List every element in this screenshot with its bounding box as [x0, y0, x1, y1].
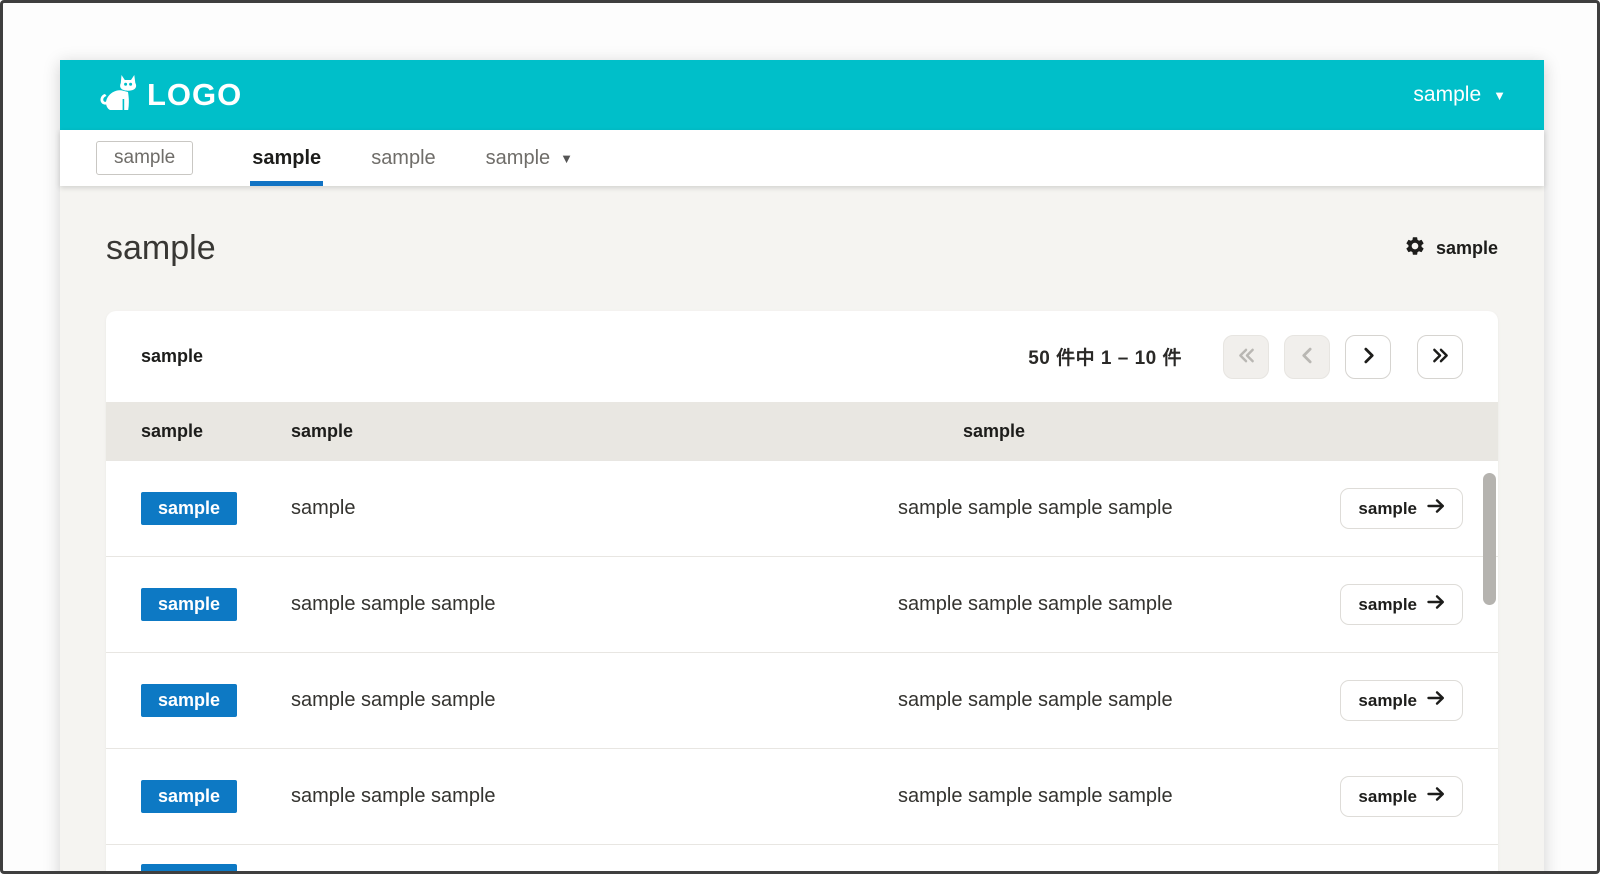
settings-link[interactable]: sample	[1404, 235, 1498, 262]
row-detail-button[interactable]: sample	[1340, 680, 1463, 721]
page-title: sample	[106, 229, 216, 267]
app-header: LOGO sample ▼	[60, 60, 1544, 130]
tab-2-label: sample	[371, 146, 436, 169]
row-name: sample	[291, 497, 356, 519]
list-panel: sample 50 件中 1 – 10 件 sample sample samp…	[106, 311, 1498, 871]
arrow-right-icon	[1427, 690, 1445, 711]
row-detail-button[interactable]: sample	[1340, 488, 1463, 529]
tab-1-label: sample	[252, 146, 322, 169]
panel-header: sample 50 件中 1 – 10 件	[106, 311, 1498, 402]
table-row: sample sample sample sample sample sampl…	[106, 556, 1498, 652]
status-badge: sample	[141, 780, 238, 813]
first-page-button[interactable]	[1223, 334, 1269, 379]
scrollbar-thumb[interactable]	[1483, 473, 1496, 605]
page-head: sample sample	[106, 186, 1498, 311]
status-badge: sample	[141, 492, 238, 525]
caret-down-icon: ▼	[1493, 87, 1506, 103]
table-row: sample	[106, 844, 1498, 871]
last-page-button[interactable]	[1417, 334, 1463, 379]
table-row: sample sample sample sample sample sampl…	[106, 748, 1498, 844]
cat-icon	[98, 74, 138, 117]
arrow-right-icon	[1427, 594, 1445, 615]
double-chevron-left-icon	[1238, 347, 1255, 367]
table-row: sample sample sample sample sample sampl…	[106, 652, 1498, 748]
row-detail: sample sample sample sample	[898, 785, 1173, 807]
logo[interactable]: LOGO	[98, 74, 242, 117]
back-chip-button[interactable]: sample	[96, 141, 194, 175]
arrow-right-icon	[1427, 786, 1445, 807]
row-button-label: sample	[1358, 786, 1417, 806]
tab-bar: sample sample sample sample ▼	[60, 130, 1544, 186]
row-name: sample sample sample	[291, 689, 496, 711]
row-detail: sample sample sample sample	[898, 497, 1173, 519]
arrow-right-icon	[1427, 498, 1445, 519]
row-name: sample sample sample	[291, 785, 496, 807]
row-detail: sample sample sample sample	[898, 593, 1173, 615]
tab-2[interactable]: sample	[369, 130, 437, 186]
row-detail: sample sample sample sample	[898, 689, 1173, 711]
logo-text: LOGO	[147, 77, 243, 112]
browser-window: LOGO sample ▼ sample sample sample sampl…	[0, 0, 1600, 874]
tab-3-dropdown[interactable]: sample ▼	[484, 130, 575, 186]
row-detail-button[interactable]: sample	[1340, 584, 1463, 625]
table-row: sample sample sample sample sample sampl…	[106, 460, 1498, 556]
table-header-badge-col: sample	[141, 420, 204, 441]
caret-down-icon: ▼	[560, 150, 574, 166]
row-button-label: sample	[1358, 594, 1417, 614]
table-header-row: sample sample sample	[106, 402, 1498, 460]
page-content: sample sample sample 50 件中 1 – 10 件 samp…	[60, 186, 1544, 871]
settings-label: sample	[1435, 238, 1498, 258]
row-button-label: sample	[1358, 690, 1417, 710]
app-container: LOGO sample ▼ sample sample sample sampl…	[60, 60, 1544, 871]
double-chevron-right-icon	[1432, 347, 1449, 367]
pagination-summary: 50 件中 1 – 10 件	[1028, 348, 1182, 369]
chevron-left-icon	[1299, 347, 1316, 367]
panel-title: sample	[141, 346, 204, 366]
tab-1-active[interactable]: sample	[250, 130, 324, 186]
status-badge: sample	[141, 588, 238, 621]
chevron-right-icon	[1360, 347, 1377, 367]
prev-page-button[interactable]	[1284, 334, 1330, 379]
user-menu[interactable]: sample ▼	[1413, 83, 1506, 107]
gear-icon	[1404, 235, 1426, 262]
user-menu-label: sample	[1413, 83, 1482, 106]
table-header-name-col: sample	[291, 420, 354, 441]
row-button-label: sample	[1358, 498, 1417, 518]
table-header-detail-col: sample	[963, 420, 1026, 441]
next-page-button[interactable]	[1345, 334, 1391, 379]
row-detail-button[interactable]: sample	[1340, 776, 1463, 817]
row-name: sample sample sample	[291, 593, 496, 615]
status-badge: sample	[141, 684, 238, 717]
status-badge: sample	[141, 864, 238, 871]
tab-3-label: sample	[485, 146, 551, 169]
